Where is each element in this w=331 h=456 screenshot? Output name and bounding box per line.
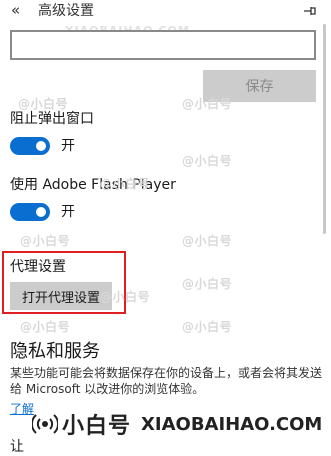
watermark-text: @小白号	[20, 320, 71, 334]
header: « 高级设置	[0, 0, 331, 22]
toggle-knob	[36, 207, 46, 217]
popup-block-toggle[interactable]	[10, 137, 50, 155]
popup-block-state: 开	[61, 138, 75, 154]
page-title: 高级设置	[38, 3, 94, 19]
privacy-description: 某些功能可能会将数据保存在你的设备上，或者会将其发送给 Microsoft 以改…	[10, 366, 323, 396]
watermark-text: @小白号	[182, 97, 233, 111]
learn-more-link[interactable]: 了解	[10, 400, 34, 417]
flash-player-state: 开	[61, 204, 75, 220]
pin-icon[interactable]	[302, 4, 318, 18]
brand-name-cn: 小白号	[62, 414, 132, 439]
watermark-text: @小白号	[20, 234, 71, 248]
toggle-knob	[36, 141, 46, 151]
back-chevron-icon[interactable]: «	[11, 1, 20, 19]
watermark-text: @小白号	[100, 177, 151, 191]
flash-player-label: 使用 Adobe Flash Player	[10, 177, 176, 193]
watermark-text: @小白号	[182, 154, 233, 168]
next-setting-label: 让	[10, 439, 24, 455]
settings-panel: « 高级设置 XIAOBAIHAO.COM 保存 阻止弹出窗口 开 使用 Ado…	[0, 0, 331, 455]
proxy-settings-label: 代理设置	[10, 259, 66, 275]
watermark-text: @小白号	[18, 97, 69, 111]
watermark-text: @小白号	[182, 320, 233, 334]
open-proxy-settings-button[interactable]: 打开代理设置	[10, 282, 112, 310]
broadcast-icon	[32, 414, 58, 434]
watermark-text: @小白号	[182, 277, 233, 291]
flash-player-toggle[interactable]	[10, 203, 50, 221]
privacy-section-title: 隐私和服务	[10, 341, 100, 362]
homepage-url-field[interactable]	[10, 30, 316, 60]
watermark-text: @小白号	[100, 290, 151, 304]
brand-logo-bar: 小白号 XIAOBAIHAO.COM	[32, 409, 329, 439]
popup-block-label: 阻止弹出窗口	[10, 111, 94, 127]
scrollbar[interactable]	[323, 24, 326, 234]
watermark-text: @小白号	[182, 234, 233, 248]
brand-url: XIAOBAIHAO.COM	[141, 413, 323, 435]
